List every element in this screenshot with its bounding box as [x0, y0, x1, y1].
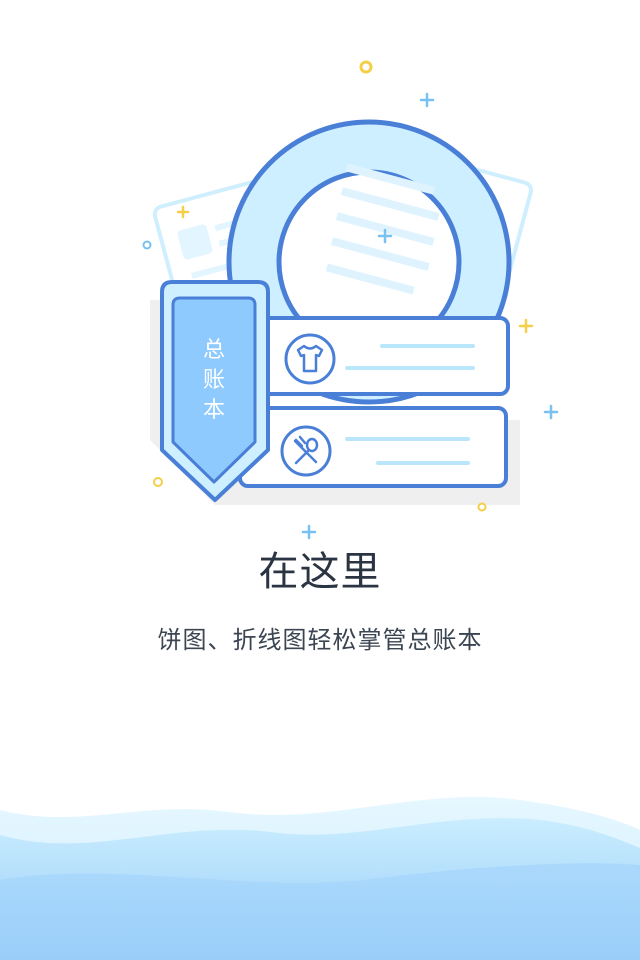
tag-label-char-2: 账 [203, 368, 225, 393]
page-subtitle: 饼图、折线图轻松掌管总账本 [157, 626, 483, 654]
ledger-row-dining [238, 406, 508, 488]
onboarding-screen: 总 账 本 在这里 饼图、折线图轻松掌管总账本 [0, 0, 640, 960]
bottom-wave-decoration [0, 796, 640, 960]
ledger-tag: 总 账 本 [160, 280, 270, 502]
ledger-illustration: 总 账 本 [142, 60, 559, 540]
page-title: 在这里 [258, 549, 382, 595]
tag-label-char-1: 总 [203, 338, 225, 363]
ledger-row-clothing [238, 316, 510, 396]
tag-label-char-3: 本 [203, 398, 225, 423]
